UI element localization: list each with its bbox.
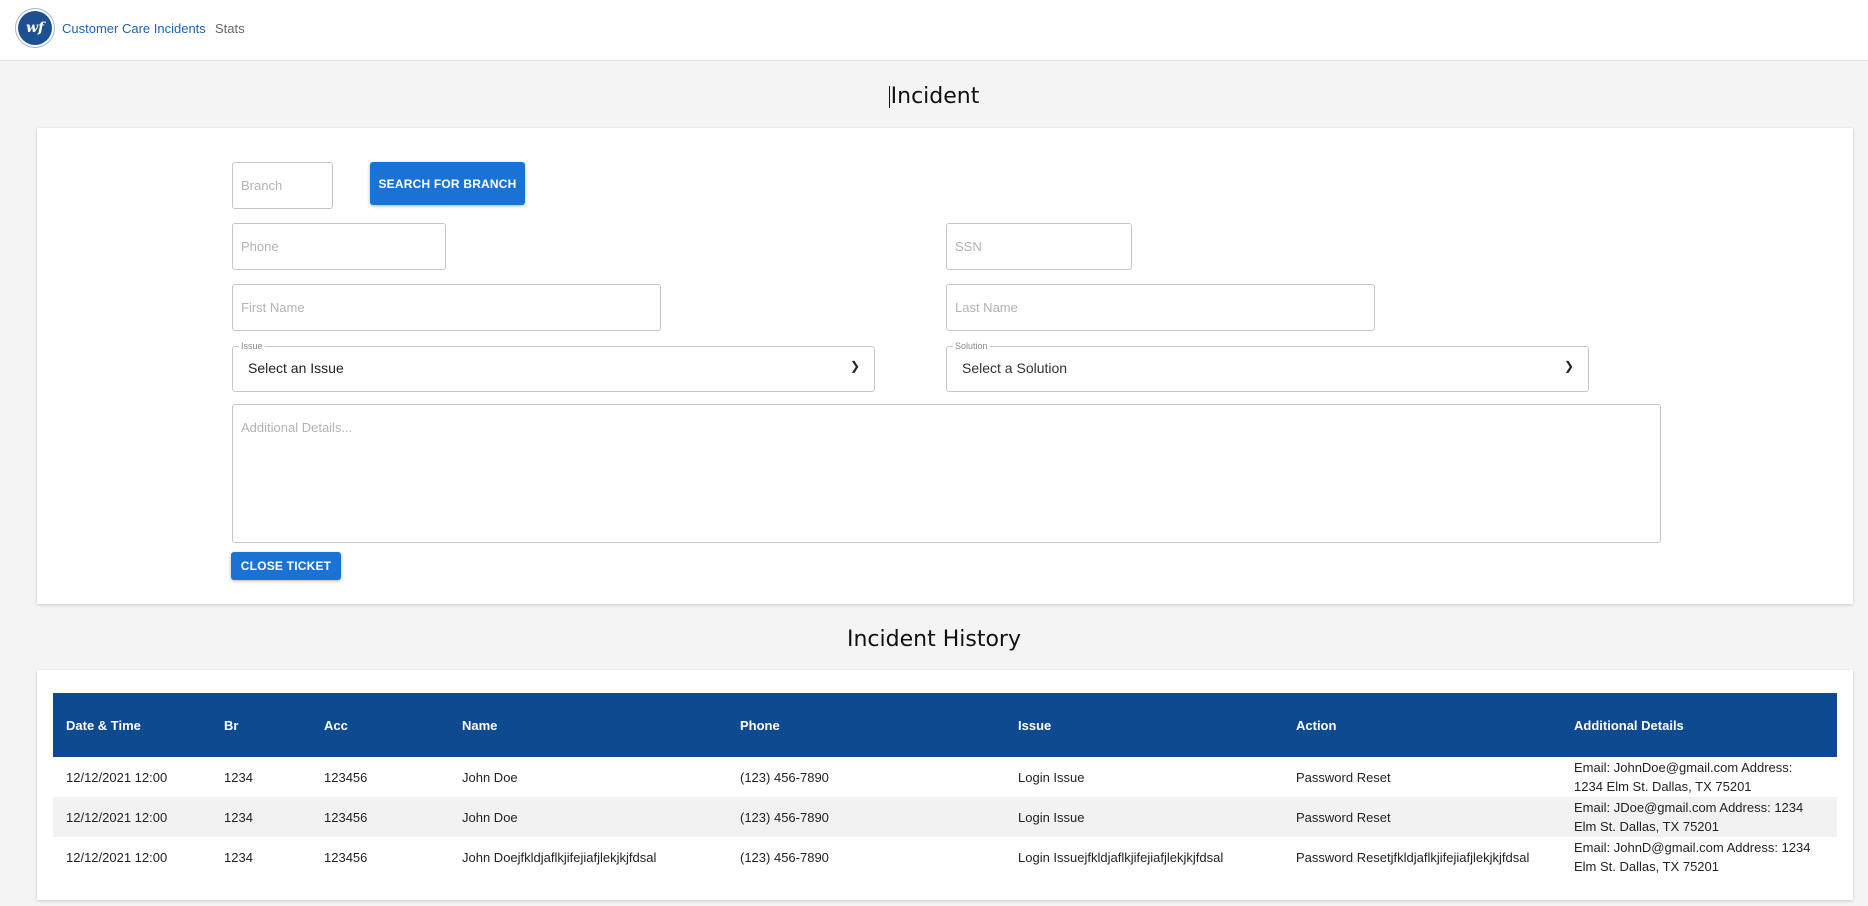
table-cell: (123) 456-7890 — [740, 769, 829, 785]
wf-logo-icon[interactable]: wf — [18, 11, 52, 45]
phone-input[interactable] — [232, 223, 446, 270]
column-header[interactable]: Phone — [727, 693, 1005, 757]
table-cell: 123456 — [324, 849, 368, 865]
table-cell: John Doe — [462, 769, 518, 785]
column-header[interactable]: Issue — [1005, 693, 1283, 757]
table-cell: (123) 456-7890 — [740, 849, 829, 865]
column-header[interactable]: Acc — [311, 693, 449, 757]
solution-select[interactable]: Solution Select a Solution ❯ — [946, 341, 1589, 392]
additional-details-textarea[interactable] — [232, 404, 1661, 543]
incident-form-card: SEARCH FOR BRANCH Issue Select an Issue … — [37, 128, 1853, 604]
solution-select-value: Select a Solution — [962, 360, 1068, 376]
table-cell: Email: JohnD@gmail.com Address: 1234 Elm… — [1574, 840, 1811, 874]
table-cell: Password Resetjfkldjaflkjifejiafjlekjkjf… — [1296, 849, 1530, 865]
table-cell: 1234 — [224, 769, 253, 785]
table-cell: 123456 — [324, 769, 368, 785]
close-ticket-button[interactable]: CLOSE TICKET — [231, 552, 341, 580]
incident-history-table: Date & Time Br Acc Name Phone Issue Acti… — [53, 693, 1837, 877]
table-cell: Login Issuejfkldjaflkjifejiafjlekjkjfdsa… — [1018, 849, 1224, 865]
issue-select-value: Select an Issue — [248, 360, 344, 376]
table-cell: 12/12/2021 12:00 — [66, 809, 168, 825]
table-cell: John Doe — [462, 809, 518, 825]
issue-select-label: Issue — [239, 341, 265, 352]
incident-history-card: Date & Time Br Acc Name Phone Issue Acti… — [37, 670, 1853, 900]
column-header[interactable]: Action — [1283, 693, 1561, 757]
incident-history-title: Incident History — [847, 627, 1021, 652]
search-for-branch-button[interactable]: SEARCH FOR BRANCH — [370, 162, 525, 205]
nav-stats[interactable]: Stats — [215, 21, 245, 36]
column-header[interactable]: Date & Time — [53, 693, 211, 757]
chevron-down-icon: ❯ — [849, 359, 860, 373]
table-row[interactable]: 12/12/2021 12:00 1234 123456 John Doe (1… — [53, 757, 1837, 797]
table-cell: 1234 — [224, 809, 253, 825]
ssn-input[interactable] — [946, 223, 1132, 270]
text-cursor — [888, 86, 890, 108]
column-header[interactable]: Br — [211, 693, 311, 757]
issue-select[interactable]: Issue Select an Issue ❯ — [232, 341, 875, 392]
first-name-input[interactable] — [232, 284, 661, 331]
column-header[interactable]: Name — [449, 693, 727, 757]
table-cell: Email: JohnDoe@gmail.com Address: 1234 E… — [1574, 760, 1793, 794]
incident-title: Incident — [888, 84, 980, 109]
table-cell: Login Issue — [1018, 769, 1085, 785]
table-cell: John Doejfkldjaflkjifejiafjlekjkjfdsal — [462, 849, 657, 865]
table-row[interactable]: 12/12/2021 12:00 1234 123456 John Doejfk… — [53, 837, 1837, 877]
table-cell: (123) 456-7890 — [740, 809, 829, 825]
table-header-row: Date & Time Br Acc Name Phone Issue Acti… — [53, 693, 1837, 757]
column-header[interactable]: Additional Details — [1561, 693, 1837, 757]
nav-customer-care-incidents[interactable]: Customer Care Incidents — [62, 21, 206, 36]
table-row[interactable]: 12/12/2021 12:00 1234 123456 John Doe (1… — [53, 797, 1837, 837]
table-cell: Login Issue — [1018, 809, 1085, 825]
table-cell: 12/12/2021 12:00 — [66, 849, 168, 865]
last-name-input[interactable] — [946, 284, 1375, 331]
table-cell: Password Reset — [1296, 769, 1391, 785]
chevron-down-icon: ❯ — [1563, 359, 1574, 373]
top-nav-bar: wf Customer Care Incidents Stats — [0, 0, 1868, 61]
table-cell: 1234 — [224, 849, 253, 865]
branch-input[interactable] — [232, 162, 333, 209]
table-cell: Email: JDoe@gmail.com Address: 1234 Elm … — [1574, 800, 1804, 834]
table-cell: Password Reset — [1296, 809, 1391, 825]
solution-select-label: Solution — [953, 341, 990, 352]
table-cell: 123456 — [324, 809, 368, 825]
table-cell: 12/12/2021 12:00 — [66, 769, 168, 785]
